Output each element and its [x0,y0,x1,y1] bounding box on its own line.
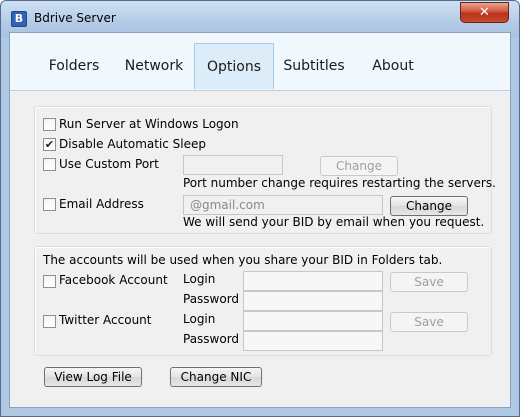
disable-sleep-label: Disable Automatic Sleep [59,137,207,151]
window-title: Bdrive Server [34,11,116,25]
email-input[interactable]: @gmail.com [183,195,383,215]
email-note: We will send your BID by email when you … [183,215,485,229]
custom-port-input[interactable] [183,155,283,175]
change-nic-button[interactable]: Change NIC [170,367,262,387]
email-label: Email Address [59,197,144,211]
tab-subtitles[interactable]: Subtitles [274,43,354,89]
app-window: B Bdrive Server ✕ Folders Network Option… [0,0,520,417]
tab-about[interactable]: About [358,43,428,89]
view-log-file-button[interactable]: View Log File [44,367,142,387]
disable-sleep-checkbox[interactable]: ✔ [43,138,56,151]
custom-port-checkbox[interactable] [43,158,56,171]
run-at-logon-label: Run Server at Windows Logon [59,117,239,131]
facebook-checkbox[interactable] [43,275,56,288]
tab-network[interactable]: Network [114,43,194,89]
email-checkbox[interactable] [43,198,56,211]
twitter-label: Twitter Account [59,313,152,327]
port-change-button[interactable]: Change [320,156,398,176]
app-logo-icon: B [11,11,27,27]
custom-port-label: Use Custom Port [59,157,159,171]
facebook-label: Facebook Account [59,273,168,287]
facebook-password-input[interactable] [243,291,383,311]
email-change-button[interactable]: Change [390,196,468,216]
twitter-login-input[interactable] [243,311,383,331]
facebook-password-label: Password [183,292,240,306]
twitter-save-button[interactable]: Save [390,312,468,332]
client-area: Folders Network Options Subtitles About … [9,32,511,408]
run-at-logon-checkbox[interactable] [43,118,56,131]
port-note: Port number change requires restarting t… [183,176,496,190]
twitter-password-input[interactable] [243,331,383,351]
close-button[interactable]: ✕ [460,2,509,23]
twitter-checkbox[interactable] [43,315,56,328]
facebook-login-input[interactable] [243,271,383,291]
accounts-intro: The accounts will be used when you share… [43,253,443,267]
facebook-login-label: Login [183,272,216,286]
tab-options[interactable]: Options [194,43,274,89]
twitter-login-label: Login [183,312,216,326]
facebook-save-button[interactable]: Save [390,272,468,292]
tab-bar: Folders Network Options Subtitles About [10,33,510,91]
tab-folders[interactable]: Folders [34,43,114,89]
twitter-password-label: Password [183,332,240,346]
